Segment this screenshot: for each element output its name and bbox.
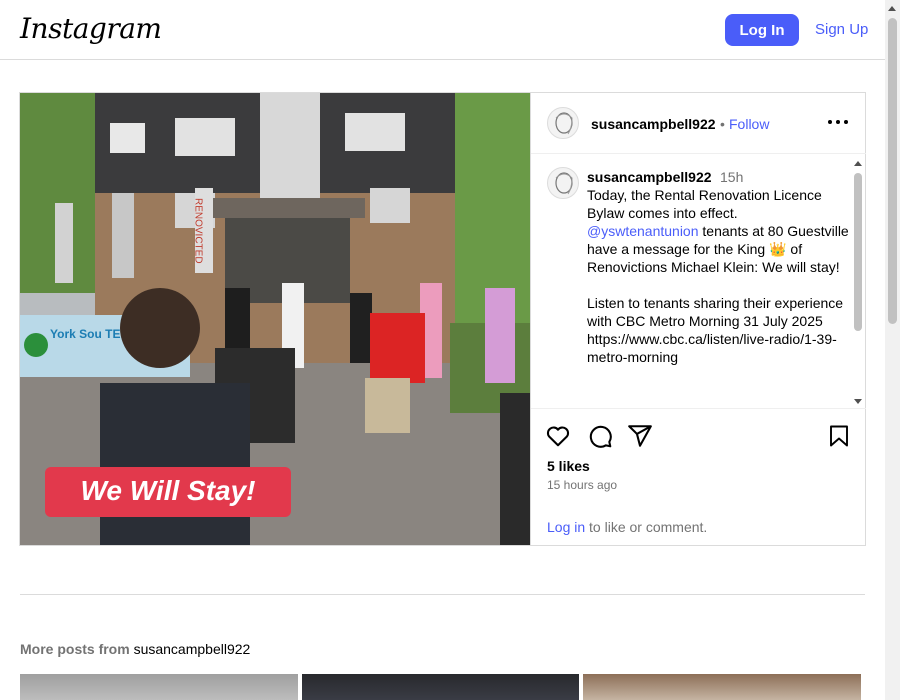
login-suffix: to like or comment.	[585, 519, 708, 535]
more-posts-prefix: More posts from	[20, 641, 134, 657]
more-posts-username[interactable]: susancampbell922	[134, 641, 251, 657]
post-header: susancampbell922 • Follow	[531, 93, 866, 154]
post-actions: 5 likes 15 hours ago Log in to like or c…	[531, 413, 866, 543]
comment-icon[interactable]	[587, 423, 613, 449]
avatar-sketch-icon	[555, 112, 573, 135]
we-will-stay-banner-text: We Will Stay!	[80, 475, 255, 506]
caption-scroll-thumb[interactable]	[854, 173, 862, 331]
instagram-logo[interactable]: Instagram	[20, 12, 162, 45]
caption-scroll-up-icon[interactable]	[854, 161, 862, 166]
post-photo[interactable]: RENOVICTED York Sou TENA We Will Stay!	[20, 93, 530, 545]
grid-post-thumbnail[interactable]	[583, 674, 862, 700]
caption-area[interactable]: susancampbell922 15h Today, the Rental R…	[531, 155, 866, 409]
share-icon[interactable]	[627, 423, 653, 449]
caption-scrollbar[interactable]	[851, 155, 865, 409]
page-scroll-thumb[interactable]	[888, 18, 897, 324]
likes-count[interactable]: 5 likes	[547, 458, 590, 474]
grid-post-thumbnail[interactable]	[20, 674, 298, 700]
caption-avatar[interactable]	[547, 167, 579, 199]
caption-line-3: Listen to tenants sharing their experien…	[587, 295, 844, 365]
more-posts-grid	[20, 674, 862, 700]
login-link[interactable]: Log in	[547, 519, 585, 535]
renovicted-banner-text: RENOVICTED	[193, 198, 204, 264]
post-photo-image: RENOVICTED York Sou TENA We Will Stay!	[20, 93, 530, 545]
more-posts-heading: More posts from susancampbell922	[20, 641, 250, 657]
caption-text: Today, the Rental Renovation Licence Byl…	[587, 186, 852, 366]
bookmark-icon[interactable]	[827, 423, 851, 449]
signup-link[interactable]: Sign Up	[815, 21, 868, 38]
post-card: RENOVICTED York Sou TENA We Will Stay! s…	[19, 92, 866, 546]
post-sidebar: susancampbell922 • Follow susancampbell9…	[530, 93, 866, 545]
grid-post-thumbnail[interactable]	[301, 674, 580, 700]
avatar[interactable]	[547, 107, 579, 139]
caption-username[interactable]: susancampbell922	[587, 169, 712, 185]
follow-button[interactable]: Follow	[729, 116, 769, 132]
top-bar: Instagram Log In Sign Up	[0, 0, 885, 60]
post-author-username[interactable]: susancampbell922	[591, 116, 716, 132]
more-options-icon[interactable]	[828, 120, 848, 126]
heart-icon[interactable]	[545, 423, 571, 449]
caption-line-1: Today, the Rental Renovation Licence Byl…	[587, 187, 822, 221]
page-scrollbar[interactable]	[885, 0, 900, 700]
login-button[interactable]: Log In	[725, 14, 799, 46]
post-timestamp[interactable]: 15 hours ago	[547, 478, 617, 492]
scroll-up-arrow-icon[interactable]	[888, 6, 896, 11]
post-time[interactable]: 15h	[720, 169, 743, 185]
caption-scroll-down-icon[interactable]	[854, 399, 862, 404]
login-to-comment: Log in to like or comment.	[547, 519, 707, 535]
avatar-sketch-icon	[555, 172, 573, 195]
section-divider	[20, 594, 865, 595]
separator-dot: •	[720, 116, 725, 132]
mention-link[interactable]: @yswtenantunion	[587, 223, 699, 239]
